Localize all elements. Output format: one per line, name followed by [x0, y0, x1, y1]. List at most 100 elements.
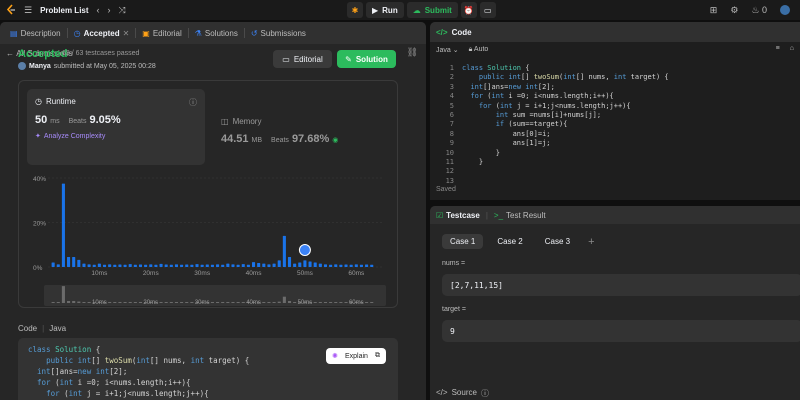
tab-accepted[interactable]: ◷ Accepted ✕ [68, 29, 136, 38]
line-number: 2 [449, 73, 454, 82]
edit-icon: ✎ [345, 54, 352, 64]
code-line: } [462, 157, 484, 166]
submitted-code-block[interactable]: ✺ Explain ⧉ class Solution { public int[… [18, 338, 398, 400]
mini-bar [56, 302, 60, 303]
problem-list-link[interactable]: Problem List [40, 6, 88, 15]
submit-button[interactable]: ☁ Submit [406, 2, 458, 18]
case-tab-1[interactable]: Case 1 [442, 234, 484, 249]
chart-bar [282, 235, 286, 267]
next-problem-icon[interactable]: › [108, 0, 111, 20]
layout-grid-icon[interactable]: ⊞ [710, 5, 718, 16]
line-number: 13 [445, 176, 454, 185]
mini-bar [323, 302, 328, 303]
runtime-distribution-chart[interactable]: 40% 20% 0% 10ms 20ms 30ms 40ms 50ms 60ms 10ms 20ms… [19, 81, 399, 309]
post-solution-button[interactable]: ✎ Solution [337, 50, 396, 68]
chart-bar [118, 264, 122, 267]
debug-button[interactable]: ✱ [347, 2, 363, 18]
format-icon[interactable]: ≡ [776, 45, 780, 52]
chart-bar [277, 260, 281, 267]
mini-bar [226, 302, 230, 303]
nums-input[interactable]: [2,7,11,15] [442, 274, 800, 296]
mini-bar [236, 302, 240, 303]
code-editor-panel: </> Code Java ⌄ 🔒︎ Auto ≡ ⌂ 1 2 3 4 5 6 7 8 9 10 1… [430, 22, 800, 200]
submitter-name[interactable]: Manya [29, 63, 51, 70]
case-tab-3[interactable]: Case 3 [537, 234, 578, 249]
back-arrow-icon[interactable]: ← [6, 49, 16, 58]
chart-bar [108, 264, 112, 267]
share-link-icon[interactable]: ⛓ [407, 47, 418, 58]
mini-bar [108, 302, 112, 303]
chart-bar [102, 264, 107, 267]
code-editor[interactable]: 1 2 3 4 5 6 7 8 9 10 11 12 13 class Solution { publi… [430, 64, 800, 188]
case-tab-2[interactable]: Case 2 [489, 234, 530, 249]
streak-flame-icon[interactable]: ♨ 0 [751, 5, 767, 16]
chart-bar [313, 262, 317, 267]
alarm-icon: ⏰ [463, 5, 474, 15]
mini-x-tick-label: 40ms [246, 300, 261, 306]
target-input[interactable]: 9 [442, 320, 800, 342]
mini-bar [339, 302, 343, 303]
chart-bar [133, 264, 137, 267]
code-line: for (int i =0; i<nums.length;i++){ [37, 378, 191, 387]
tab-testcase[interactable]: ☑ Testcase [436, 211, 480, 220]
bookmark-icon[interactable]: ⌂ [790, 45, 794, 52]
line-number: 11 [445, 157, 454, 166]
auto-mode-toggle[interactable]: 🔒︎ Auto [469, 46, 489, 54]
timer-button[interactable]: ⏰ [460, 2, 477, 18]
mini-bar [61, 286, 65, 303]
mini-bar [185, 302, 189, 303]
chart-bar [138, 264, 143, 267]
chart-bar [164, 264, 168, 267]
leetcode-logo-icon[interactable] [6, 4, 16, 16]
ai-sparkle-icon: ✺ [332, 353, 338, 360]
language-select[interactable]: Java ⌄ [436, 46, 459, 54]
source-link[interactable]: </> Source ⓘ [436, 388, 489, 399]
tab-editorial[interactable]: ▣ Editorial [136, 29, 187, 38]
code-line: for (int j = i+1;j<nums.length;j++){ [46, 389, 209, 398]
settings-gear-icon[interactable]: ⚙ [730, 5, 738, 16]
chart-bar [205, 264, 209, 267]
tab-submissions[interactable]: ↺ Submissions [245, 29, 312, 38]
close-tab-icon[interactable]: ✕ [123, 29, 130, 38]
run-button[interactable]: ▶ Run [366, 2, 404, 18]
tab-test-result[interactable]: >_ Test Result [494, 211, 546, 220]
x-tick-label: 40ms [246, 270, 263, 277]
cloud-upload-icon: ☁ [412, 5, 421, 15]
flask-icon: ⚗ [194, 28, 202, 38]
explain-button[interactable]: ✺ Explain ⧉ [326, 348, 386, 364]
mini-bar [334, 302, 338, 303]
copy-icon[interactable]: ⧉ [375, 352, 380, 360]
mini-bar [72, 300, 76, 303]
chart-bar [308, 261, 312, 267]
notes-button[interactable]: ▭ [479, 2, 496, 18]
add-case-icon[interactable]: + [588, 236, 594, 248]
tab-description[interactable]: ▤ Description [4, 29, 67, 38]
top-nav-right: ⊞ ⚙ ♨ 0 [710, 0, 800, 20]
editorial-button[interactable]: ▭ Editorial [273, 50, 332, 68]
chart-bar [61, 183, 65, 267]
chart-bar [226, 263, 230, 267]
editor-code-area[interactable]: class Solution { public int[] twoSum(int… [462, 64, 669, 186]
mini-bar [113, 302, 117, 303]
book-icon: ▣ [142, 28, 150, 38]
prev-problem-icon[interactable]: ‹ [97, 0, 100, 20]
line-number: 7 [449, 120, 454, 129]
top-nav-left: ☰ Problem List ‹ › ⤨ [6, 0, 126, 20]
code-line: int sum =nums[i]+nums[j]; [495, 110, 602, 119]
problem-list-icon[interactable]: ☰ [24, 0, 32, 20]
chart-bar [267, 264, 271, 267]
user-avatar[interactable] [780, 5, 790, 15]
mini-bar [370, 302, 374, 303]
mini-bar [318, 302, 322, 303]
mini-bar [174, 302, 179, 303]
top-nav: ☰ Problem List ‹ › ⤨ ✱ ▶ Run ☁ Submit ⏰ ▭ … [0, 0, 800, 20]
chart-bar [128, 264, 132, 267]
tab-solutions[interactable]: ⚗ Solutions [189, 29, 244, 38]
mini-bar [365, 302, 369, 303]
mini-bar [118, 302, 122, 303]
line-number: 9 [449, 139, 454, 148]
checkbox-icon: ☑ [436, 210, 444, 220]
shuffle-icon[interactable]: ⤨ [119, 0, 126, 20]
y-tick-label: 20% [33, 221, 46, 228]
chart-bar [51, 262, 55, 267]
